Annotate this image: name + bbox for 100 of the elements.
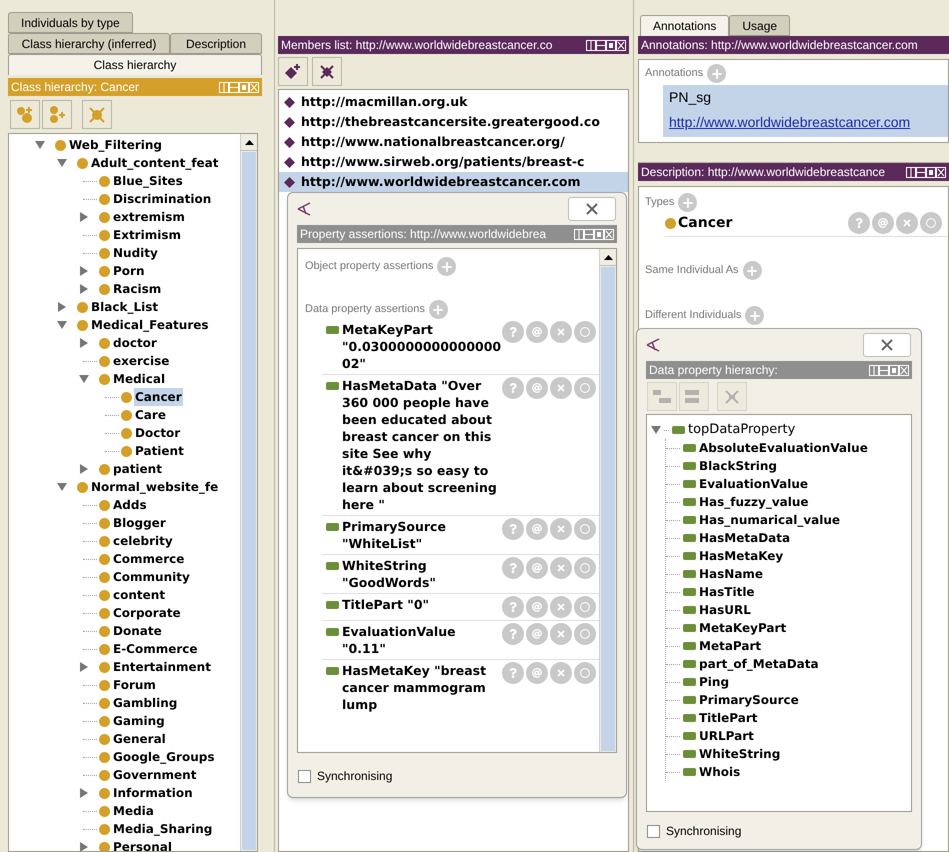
annotate-button[interactable] — [872, 212, 894, 234]
tree-item[interactable]: Discrimination — [112, 190, 212, 208]
explain-button[interactable] — [502, 623, 524, 645]
expand-toggle[interactable] — [79, 374, 89, 384]
tab[interactable]: Class hierarchy — [8, 54, 262, 75]
expand-toggle[interactable] — [79, 842, 89, 851]
explain-button[interactable] — [502, 662, 524, 684]
add-button[interactable] — [742, 261, 762, 280]
tree-item[interactable]: MetaKeyPart — [699, 619, 786, 637]
tree-item[interactable]: content — [112, 586, 166, 604]
tab[interactable]: Annotations — [640, 15, 730, 36]
tree-item[interactable]: Gambling — [112, 694, 178, 712]
delete-button[interactable] — [550, 596, 572, 618]
tree-item[interactable]: exercise — [112, 352, 170, 370]
tree-item[interactable]: WhiteString — [699, 745, 780, 763]
member-item[interactable]: http://macmillan.org.uk — [279, 92, 628, 112]
tab[interactable]: Description — [170, 33, 262, 54]
tree-item[interactable]: Nudity — [112, 244, 159, 262]
add-button[interactable] — [437, 257, 456, 276]
tree-item[interactable]: Blue_Sites — [112, 172, 184, 190]
close-button[interactable] — [568, 197, 616, 221]
tree-item[interactable]: Racism — [112, 280, 162, 298]
explain-button[interactable] — [502, 596, 524, 618]
window-controls-icon[interactable] — [586, 40, 626, 50]
tree-item[interactable]: Google_Groups — [112, 748, 216, 766]
tree-item[interactable]: Community — [112, 568, 191, 586]
tree-item[interactable]: Media — [112, 802, 155, 820]
tree-item[interactable]: extremism — [112, 208, 186, 226]
tree-item[interactable]: HasMetaData — [699, 529, 790, 547]
expand-toggle[interactable] — [57, 302, 67, 312]
tree-item[interactable]: Media_Sharing — [112, 820, 214, 838]
tree-item[interactable]: Corporate — [112, 604, 182, 622]
member-item[interactable]: http://www.nationalbreastcancer.org/ — [279, 132, 628, 152]
edit-button[interactable] — [574, 377, 596, 399]
delete-class-button[interactable] — [82, 100, 112, 129]
tree-item[interactable]: Adds — [112, 496, 148, 514]
add-button[interactable] — [428, 300, 448, 319]
edit-button[interactable] — [574, 596, 596, 618]
delete-button[interactable] — [550, 662, 572, 684]
expand-toggle[interactable] — [79, 788, 89, 798]
member-item[interactable]: http://www.sirweb.org/patients/breast-c — [279, 152, 628, 172]
scrollbar[interactable] — [599, 249, 616, 752]
explain-button[interactable] — [502, 321, 524, 343]
tree-item[interactable]: part_of_MetaData — [699, 655, 819, 673]
tree-item[interactable]: Extrimism — [112, 226, 182, 244]
tree-item[interactable]: HasName — [699, 565, 764, 583]
tree-item[interactable]: Government — [112, 766, 198, 784]
edit-button[interactable] — [574, 321, 596, 343]
tab[interactable]: Individuals by type — [8, 12, 133, 33]
window-controls-icon[interactable] — [906, 166, 946, 178]
tree-item[interactable]: Entertainment — [112, 658, 212, 676]
edit-button[interactable] — [574, 623, 596, 645]
add-button[interactable] — [707, 64, 726, 83]
explain-button[interactable] — [502, 377, 524, 399]
tree-item[interactable]: PrimarySource — [699, 691, 799, 709]
edit-button[interactable] — [920, 212, 942, 234]
add-sibling-button[interactable] — [42, 100, 72, 129]
expand-toggle[interactable] — [651, 425, 661, 435]
tree-item[interactable]: Normal_website_fe — [90, 478, 220, 496]
tree-item[interactable]: Commerce — [112, 550, 186, 568]
expand-toggle[interactable] — [79, 464, 89, 474]
annotate-button[interactable] — [526, 518, 548, 540]
edit-button[interactable] — [574, 518, 596, 540]
annotate-button[interactable] — [526, 321, 548, 343]
edit-button[interactable] — [574, 557, 596, 579]
tree-item[interactable]: MetaPart — [699, 637, 762, 655]
delete-button[interactable] — [550, 377, 572, 399]
add-individual-button[interactable] — [278, 57, 308, 86]
add-button[interactable] — [745, 306, 764, 325]
tab[interactable]: Class hierarchy (inferred) — [8, 33, 170, 54]
member-item[interactable]: http://www.worldwidebreastcancer.com — [279, 172, 628, 192]
tree-item[interactable]: Black_List — [90, 298, 160, 316]
expand-toggle[interactable] — [79, 662, 89, 672]
explain-button[interactable] — [502, 518, 524, 540]
scroll-up-icon[interactable] — [604, 254, 612, 260]
expand-toggle[interactable] — [79, 266, 89, 276]
tree-item[interactable]: Information — [112, 784, 194, 802]
tree-item[interactable]: EvaluationValue — [699, 475, 808, 493]
tree-item[interactable]: HasURL — [699, 601, 751, 619]
annotate-button[interactable] — [526, 662, 548, 684]
annotate-button[interactable] — [526, 623, 548, 645]
tree-item[interactable]: TitlePart — [699, 709, 758, 727]
edit-button[interactable] — [574, 662, 596, 684]
tree-item[interactable]: Web_Filtering — [68, 136, 163, 154]
expand-toggle[interactable] — [57, 482, 67, 492]
member-item[interactable]: http://thebreastcancersite.greatergood.co — [279, 112, 628, 132]
expand-toggle[interactable] — [79, 212, 89, 222]
expand-toggle[interactable] — [35, 140, 45, 150]
tree-item[interactable]: AbsoluteEvaluationValue — [699, 439, 868, 457]
tree-item[interactable]: doctor — [112, 334, 158, 352]
tree-item[interactable]: Has_numarical_value — [699, 511, 840, 529]
explain-button[interactable] — [848, 212, 870, 234]
tree-item[interactable]: URLPart — [699, 727, 754, 745]
add-subclass-button[interactable] — [10, 100, 40, 129]
tree-item[interactable]: E-Commerce — [112, 640, 199, 658]
checkbox[interactable] — [647, 824, 660, 838]
scrollbar[interactable] — [240, 134, 257, 851]
tree-item[interactable]: Medical — [112, 370, 166, 388]
expand-toggle[interactable] — [79, 284, 89, 294]
annotate-button[interactable] — [526, 377, 548, 399]
